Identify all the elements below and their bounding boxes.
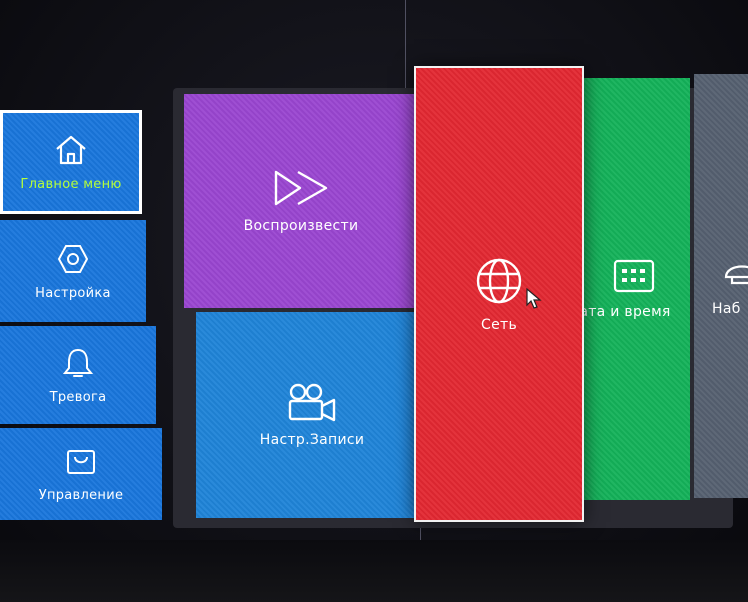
sidebar-item-label: Тревога: [49, 389, 107, 405]
screen-crack-top: [405, 0, 406, 90]
tile-label: Сеть: [481, 317, 517, 333]
sidebar-item-alarm[interactable]: Тревога: [0, 326, 156, 424]
gear-icon: [57, 244, 89, 273]
tile-network[interactable]: Сеть: [414, 66, 584, 522]
tile-label: Настр.Записи: [259, 432, 365, 448]
tv-screen: Главное меню Настройка Тревога Управлени…: [0, 0, 748, 602]
bell-icon: [62, 348, 94, 377]
dome-camera-icon: [724, 265, 748, 285]
tv-bezel-bottom: [0, 540, 748, 602]
tile-date-time[interactable]: ата и время: [578, 78, 690, 500]
sidebar-item-label: Управление: [38, 487, 124, 503]
sidebar-item-main-menu[interactable]: Главное меню: [0, 110, 142, 214]
tile-monitor[interactable]: Наб: [694, 74, 748, 498]
bag-icon: [67, 449, 95, 474]
tile-label: Воспроизвести: [243, 218, 359, 234]
home-icon: [56, 135, 86, 164]
globe-icon: [476, 258, 522, 304]
sidebar-item-label: Настройка: [35, 285, 111, 301]
sidebar-item-management[interactable]: Управление: [0, 428, 162, 520]
tile-label: ата и время: [579, 304, 671, 320]
tile-playback[interactable]: Воспроизвести: [184, 94, 418, 308]
fast-forward-icon: [274, 170, 328, 206]
mouse-cursor-icon: [526, 288, 542, 309]
calendar-icon: [613, 259, 655, 293]
sidebar-item-label: Главное меню: [20, 176, 122, 192]
tile-record-settings[interactable]: Настр.Записи: [196, 312, 428, 518]
tile-label: Наб: [712, 301, 741, 317]
video-camera-icon: [288, 383, 336, 422]
sidebar-item-settings[interactable]: Настройка: [0, 220, 146, 322]
